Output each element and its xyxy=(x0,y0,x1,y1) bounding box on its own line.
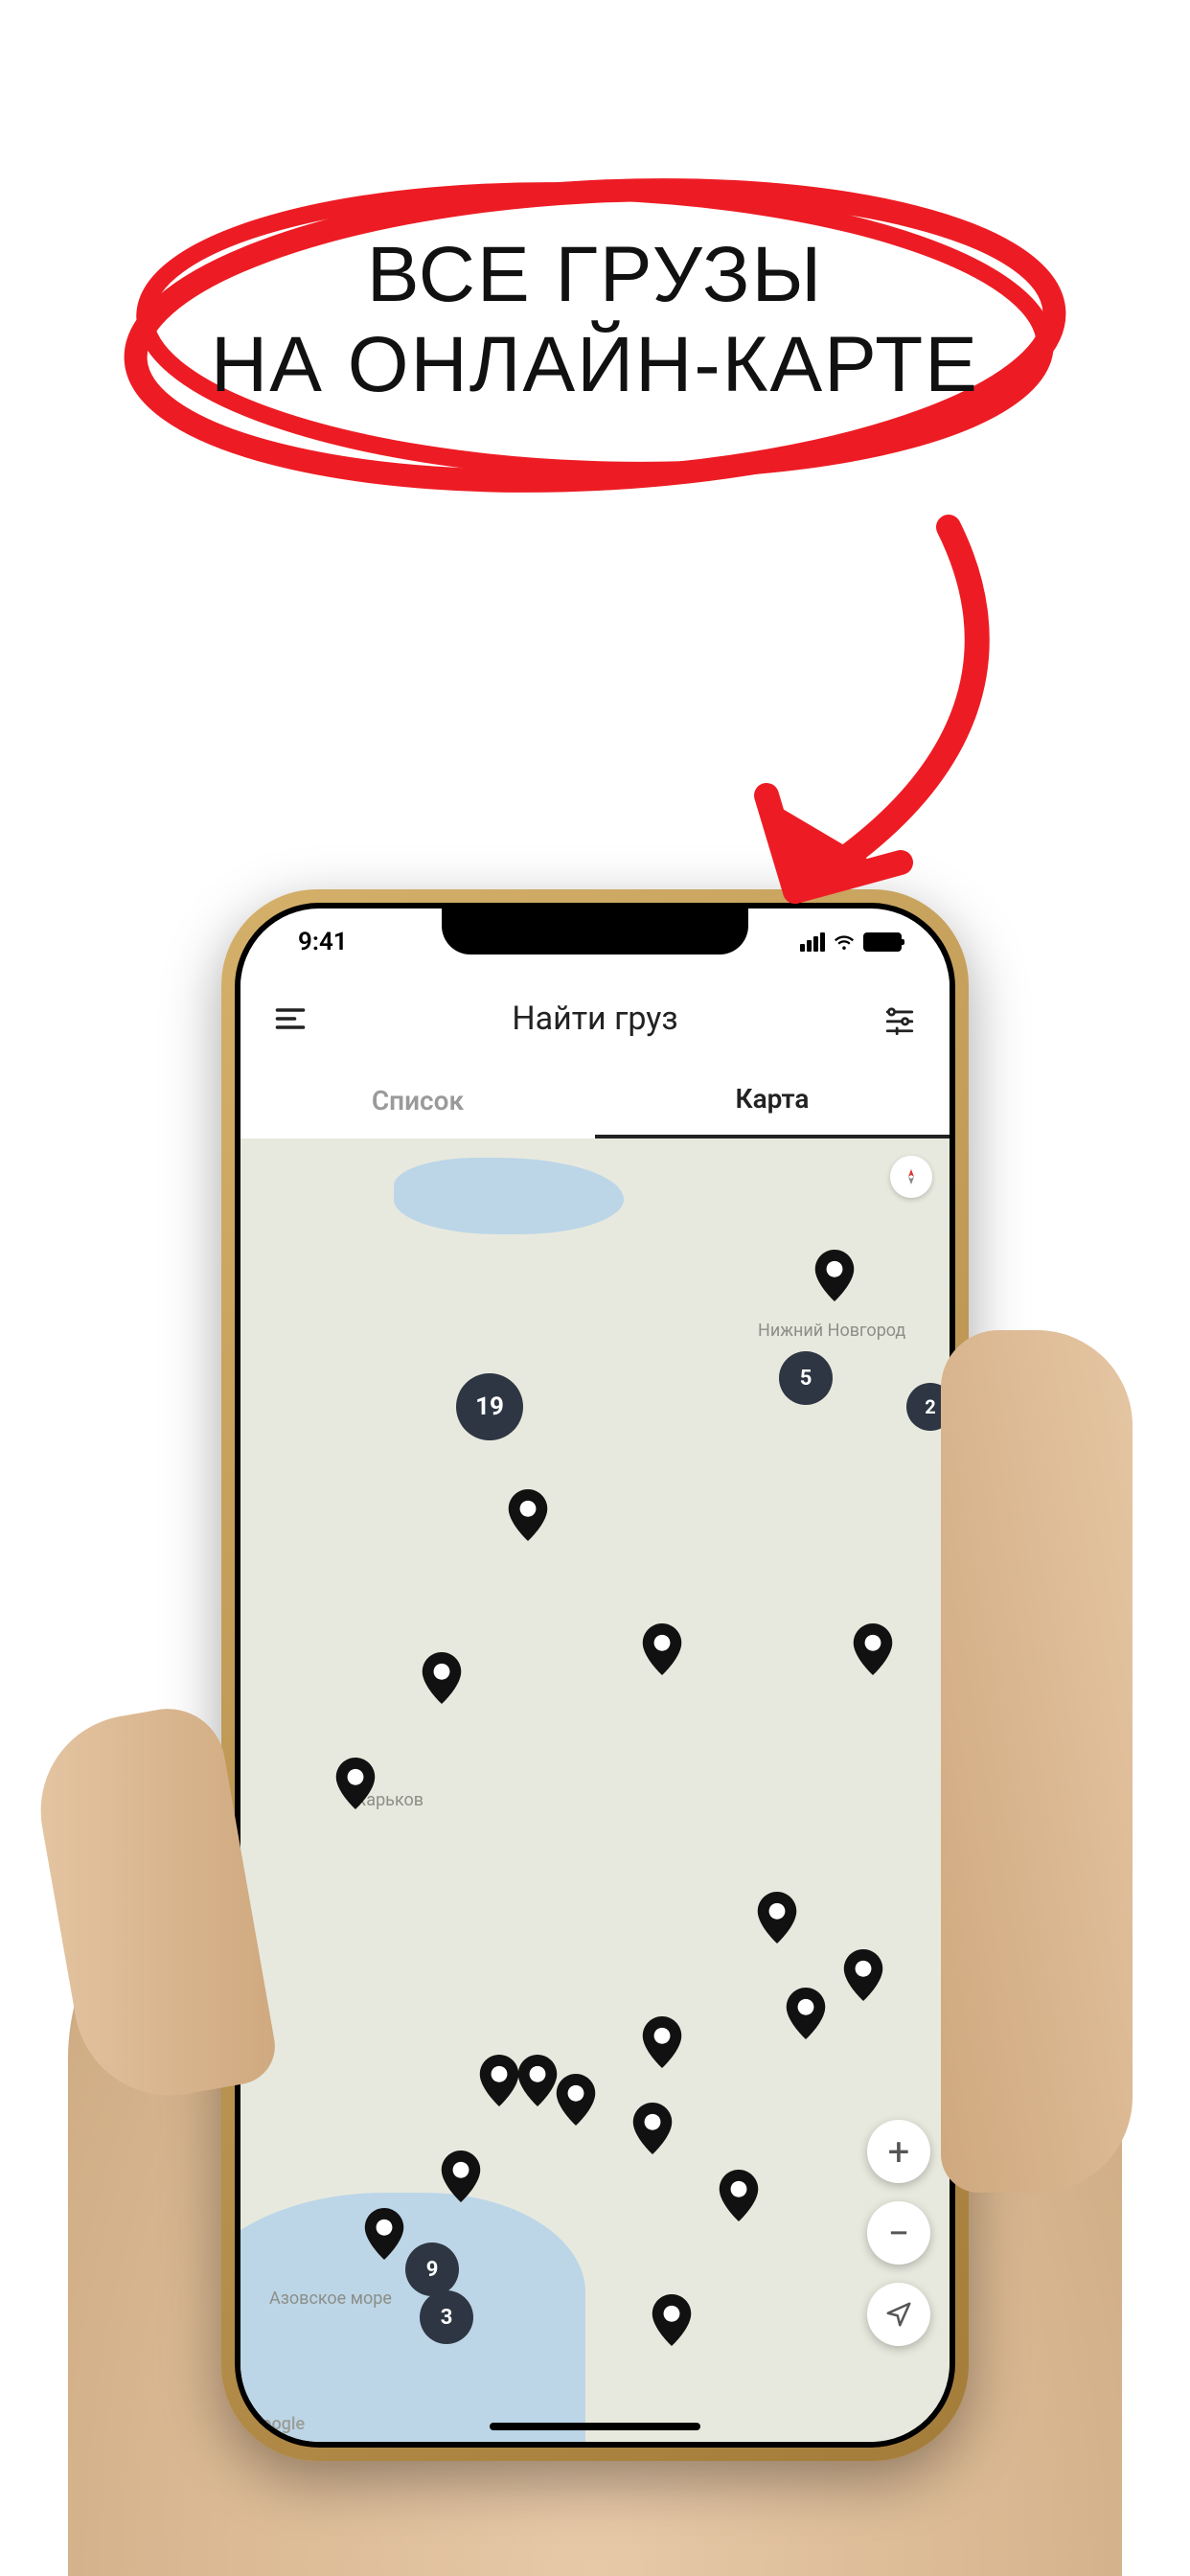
map-pin[interactable] xyxy=(335,1758,376,1809)
compass-button[interactable] xyxy=(890,1156,932,1198)
map-pin[interactable] xyxy=(814,1250,855,1301)
map-cluster[interactable]: 19 xyxy=(456,1373,523,1440)
battery-icon xyxy=(863,932,902,952)
hand-holding-phone: 9:41 Найти груз xyxy=(0,851,1190,2576)
filter-icon[interactable] xyxy=(879,998,921,1040)
map-city-label: Нижний Новгород xyxy=(758,1321,905,1341)
map-pin[interactable] xyxy=(517,2055,558,2106)
map-pin[interactable] xyxy=(441,2150,481,2202)
wifi-icon xyxy=(833,931,856,954)
locate-me-button[interactable] xyxy=(867,2283,930,2346)
phone-device-frame: 9:41 Найти груз xyxy=(221,889,969,2461)
menu-icon[interactable] xyxy=(269,998,311,1040)
page-title: Найти груз xyxy=(512,1000,677,1038)
map-pin[interactable] xyxy=(642,2016,682,2068)
zoom-in-button[interactable]: + xyxy=(867,2120,930,2183)
map-pin[interactable] xyxy=(632,2103,673,2154)
view-tabs: Список Карта xyxy=(240,1062,950,1138)
map-pin[interactable] xyxy=(853,1623,893,1675)
phone-screen: 9:41 Найти груз xyxy=(240,908,950,2442)
map-pin[interactable] xyxy=(652,2294,692,2346)
map-attribution: Google xyxy=(250,2414,305,2434)
phone-notch xyxy=(442,908,748,954)
map-water xyxy=(394,1158,624,1234)
zoom-out-button[interactable]: − xyxy=(867,2201,930,2265)
tab-map[interactable]: Карта xyxy=(595,1062,950,1138)
map-pin[interactable] xyxy=(843,1949,883,2001)
promo-line-1: ВСЕ ГРУЗЫ xyxy=(116,230,1074,320)
promo-line-2: НА ОНЛАЙН-КАРТЕ xyxy=(116,320,1074,410)
cellular-signal-icon xyxy=(800,932,825,952)
map-pin[interactable] xyxy=(757,1892,797,1944)
map-canvas[interactable]: Нижний НовгородХарьковАзовское море 1952… xyxy=(240,1138,950,2442)
map-cluster[interactable]: 9 xyxy=(405,2242,459,2296)
home-indicator[interactable] xyxy=(490,2423,700,2430)
status-time: 9:41 xyxy=(279,928,348,956)
map-water xyxy=(240,2193,585,2442)
app-header: Найти груз xyxy=(240,976,950,1062)
map-cluster[interactable]: 5 xyxy=(779,1351,833,1405)
map-pin[interactable] xyxy=(556,2074,596,2126)
tab-list[interactable]: Список xyxy=(240,1062,595,1138)
map-pin[interactable] xyxy=(422,1652,462,1704)
map-pin[interactable] xyxy=(508,1489,548,1541)
map-pin[interactable] xyxy=(479,2055,519,2106)
promo-headline: ВСЕ ГРУЗЫ НА ОНЛАЙН-КАРТЕ xyxy=(116,230,1074,411)
map-pin[interactable] xyxy=(364,2208,404,2260)
map-cluster[interactable]: 3 xyxy=(420,2290,473,2344)
map-pin[interactable] xyxy=(786,1988,826,2039)
map-city-label: Азовское море xyxy=(269,2288,392,2309)
map-pin[interactable] xyxy=(642,1623,682,1675)
map-pin[interactable] xyxy=(719,2170,759,2221)
